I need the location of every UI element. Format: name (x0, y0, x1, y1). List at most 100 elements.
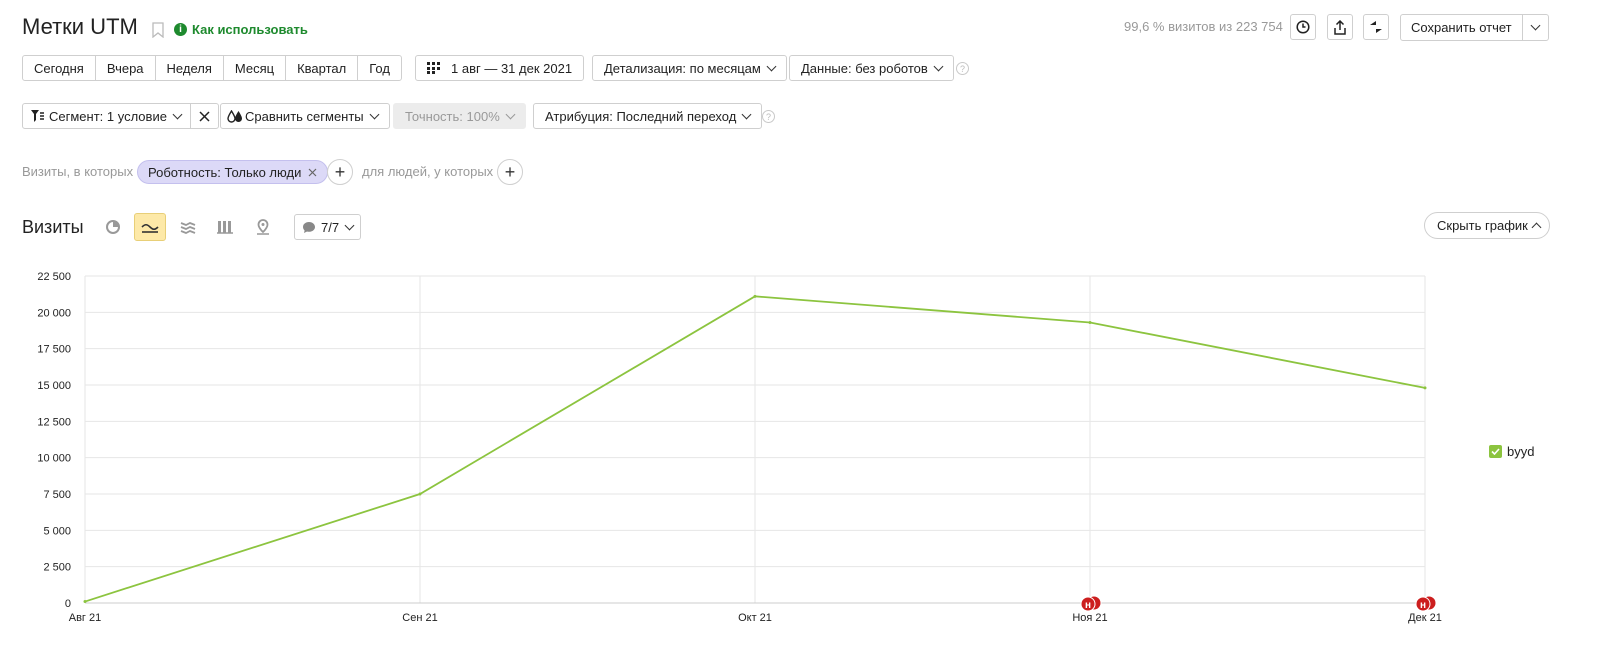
save-report-button[interactable]: Сохранить отчет (1401, 15, 1523, 40)
map-view-button[interactable] (247, 213, 279, 241)
chevron-down-icon (766, 61, 777, 71)
howto-link[interactable]: Как использовать (192, 22, 308, 37)
y-tick-label: 5 000 (43, 525, 71, 537)
pie-view-button[interactable] (97, 213, 129, 241)
stacked-area-icon (180, 222, 196, 234)
visits-info: 99,6 % визитов из 223 754 (1124, 19, 1283, 34)
swap-icon (1370, 21, 1382, 33)
annotation-marker (1421, 595, 1437, 611)
segment-clear-button[interactable] (191, 104, 218, 128)
detail-label: Детализация: по месяцам (604, 60, 761, 76)
period-week[interactable]: Неделя (156, 56, 224, 80)
data-label: Данные: без роботов (801, 60, 928, 76)
y-tick-label: 0 (65, 598, 71, 610)
segment-label: Сегмент: 1 условие (49, 108, 167, 124)
filter-chip-label: Роботность: Только люди (148, 164, 302, 180)
period-selector: Сегодня Вчера Неделя Месяц Квартал Год (22, 55, 402, 81)
date-range-button[interactable]: 1 авг — 31 дек 2021 (415, 55, 585, 81)
x-tick-label: Ноя 21 (1072, 612, 1107, 624)
chevron-down-icon (369, 109, 380, 119)
detail-dropdown[interactable]: Детализация: по месяцам (592, 55, 787, 81)
period-year[interactable]: Год (358, 56, 401, 80)
x-tick-label: Сен 21 (402, 612, 437, 624)
chevron-down-icon (1530, 20, 1541, 31)
annotation-marker-label: н (1085, 600, 1091, 611)
save-report-group: Сохранить отчет (1400, 14, 1549, 41)
legend-label: byyd (1507, 444, 1535, 459)
attribution-dropdown[interactable]: Атрибуция: Последний переход (533, 103, 763, 129)
chevron-up-icon (1531, 222, 1542, 233)
period-yesterday[interactable]: Вчера (96, 56, 156, 80)
section-title: Визиты (22, 217, 84, 237)
series-line (84, 295, 1426, 603)
annotation-marker-label: н (1420, 600, 1426, 611)
y-tick-label: 2 500 (43, 562, 71, 574)
info-icon: i (174, 23, 187, 36)
page-title: Метки UTM (22, 14, 138, 39)
add-visit-condition-button[interactable]: + (327, 159, 353, 185)
add-user-condition-button[interactable]: + (497, 159, 523, 185)
y-tick-label: 10 000 (37, 453, 71, 465)
filter-chip[interactable]: Роботность: Только люди (137, 160, 329, 184)
x-tick-label: Дек 21 (1408, 612, 1442, 624)
help-icon[interactable]: ? (762, 110, 775, 123)
x-tick-label: Авг 21 (69, 612, 101, 624)
data-point (1088, 321, 1092, 325)
bookmark-icon[interactable] (152, 22, 164, 43)
line-chart-icon (141, 223, 159, 233)
compare-segments-dropdown[interactable]: Сравнить сегменты (220, 103, 390, 129)
data-point (1423, 386, 1427, 390)
comments-dropdown[interactable]: 7/7 (294, 214, 362, 240)
data-point (418, 492, 422, 496)
area-view-button[interactable] (172, 213, 204, 241)
y-tick-label: 12 500 (37, 416, 71, 428)
annotation-marker (1415, 596, 1431, 612)
comments-count: 7/7 (321, 219, 340, 235)
data-dropdown[interactable]: Данные: без роботов (789, 55, 954, 81)
accuracy-label: Точность: 100% (405, 108, 500, 124)
drops-icon (227, 109, 242, 123)
data-point (753, 294, 757, 298)
x-tick-label: Окт 21 (738, 612, 772, 624)
accuracy-dropdown[interactable]: Точность: 100% (393, 103, 526, 129)
period-month[interactable]: Месяц (224, 56, 287, 80)
bar-chart-icon (217, 221, 233, 234)
save-report-menu-button[interactable] (1523, 15, 1548, 40)
checkbox-checked-icon (1489, 445, 1502, 458)
legend-item[interactable]: byyd (1489, 444, 1534, 459)
filter-prefix: Визиты, в которых (22, 164, 134, 179)
segment-dropdown[interactable]: Сегмент: 1 условие (23, 104, 191, 128)
history-button[interactable] (1290, 14, 1316, 40)
chip-remove-icon[interactable] (308, 168, 317, 177)
date-range-label: 1 авг — 31 дек 2021 (451, 60, 573, 76)
bar-view-button[interactable] (209, 213, 241, 241)
visits-chart: 0 2 500 5 000 7 500 10 000 12 500 15 000 17 500… (37, 271, 1442, 624)
y-tick-label: 20 000 (37, 307, 71, 319)
hide-chart-label: Скрыть график (1437, 218, 1528, 233)
map-pin-icon (257, 219, 269, 235)
comment-icon (303, 221, 315, 233)
clock-icon (1296, 20, 1310, 34)
segment-group: Сегмент: 1 условие (22, 103, 219, 129)
share-icon (1334, 19, 1346, 35)
y-tick-label: 7 500 (43, 489, 71, 501)
y-tick-label: 17 500 (37, 344, 71, 356)
close-icon (199, 110, 210, 122)
filter-middle: для людей, у которых (362, 164, 494, 179)
chevron-down-icon (933, 61, 944, 71)
line-view-button[interactable] (134, 213, 166, 241)
annotation-marker (1080, 596, 1096, 612)
chevron-down-icon (505, 109, 516, 119)
help-icon[interactable]: ? (956, 62, 969, 75)
compare-versions-button[interactable] (1363, 14, 1389, 40)
y-tick-label: 15 000 (37, 380, 71, 392)
period-today[interactable]: Сегодня (23, 56, 96, 80)
hide-chart-button[interactable]: Скрыть график (1424, 212, 1550, 239)
filter-icon (31, 110, 44, 122)
data-point (83, 600, 87, 604)
compare-label: Сравнить сегменты (245, 108, 364, 124)
chevron-down-icon (344, 220, 355, 230)
export-button[interactable] (1327, 14, 1353, 40)
period-quarter[interactable]: Квартал (286, 56, 359, 80)
calendar-icon (427, 62, 440, 74)
